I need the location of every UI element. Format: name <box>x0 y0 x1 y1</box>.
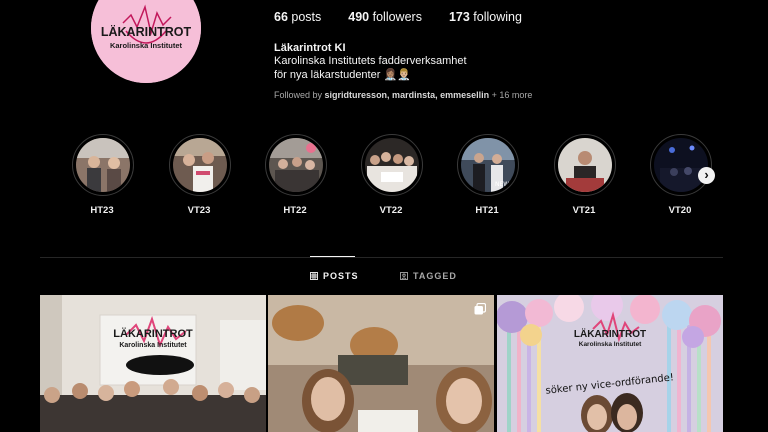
posts-count: 66 <box>274 10 288 24</box>
followers-count: 490 <box>348 10 370 24</box>
highlight-label: VT22 <box>379 205 403 216</box>
followed-by-names: sigridturesson, mardinsta, emmesellin <box>324 90 490 100</box>
highlight-cover <box>558 138 612 192</box>
highlight-label: VT21 <box>572 205 596 216</box>
highlight-vt20[interactable] <box>650 134 712 196</box>
post-thumbnail[interactable] <box>268 295 494 432</box>
post-thumbnail[interactable]: LÄKARINTROT Karolinska Institutet söker … <box>497 295 723 432</box>
followers-stat[interactable]: 490 followers <box>348 10 422 24</box>
followers-label: followers <box>372 10 422 24</box>
profile-bio-line2: för nya läkarstudenter 👩🏽‍⚕️👨🏼‍⚕️ <box>274 69 411 81</box>
highlight-label: VT23 <box>187 205 211 216</box>
tab-posts[interactable]: POSTS <box>310 271 359 281</box>
highlight-cover <box>365 138 419 192</box>
post-overlay-main: LÄKARINTROT <box>574 327 646 340</box>
posts-label: posts <box>291 10 322 24</box>
tag-person-icon <box>400 272 408 280</box>
followed-by-more: + 16 more <box>491 90 533 100</box>
post-overlay-main: LÄKARINTROT <box>113 327 193 340</box>
highlight-ht23[interactable] <box>72 134 134 196</box>
posts-stat: 66 posts <box>274 10 321 24</box>
post-overlay-sub: Karolinska Institutet <box>119 342 187 349</box>
following-label: following <box>473 10 522 24</box>
highlight-label: HT22 <box>283 205 307 216</box>
highlight-cover <box>269 138 323 192</box>
active-tab-indicator <box>310 256 355 257</box>
profile-name: Läkarintrot KI <box>274 42 346 54</box>
svg-text:NEW: NEW <box>495 181 509 188</box>
chevron-right-icon[interactable]: › <box>698 167 715 184</box>
avatar-logo: LÄKARINTROT Karolinska Institutet <box>91 0 201 83</box>
profile-bio-line1: Karolinska Institutets fadderverksamhet <box>274 55 467 67</box>
highlight-vt22[interactable] <box>361 134 423 196</box>
highlight-label: HT23 <box>90 205 114 216</box>
carousel-icon <box>474 302 487 315</box>
profile-avatar[interactable]: LÄKARINTROT Karolinska Institutet <box>91 0 201 83</box>
tab-posts-label: POSTS <box>323 271 359 281</box>
avatar-text-sub: Karolinska Institutet <box>110 41 183 50</box>
highlight-label: VT20 <box>668 205 692 216</box>
post-overlay-sub: Karolinska Institutet <box>579 341 642 348</box>
highlight-cover: NEW <box>461 138 515 192</box>
highlight-cover <box>654 138 708 192</box>
followed-by-prefix: Followed by <box>274 90 323 100</box>
highlight-cover <box>76 138 130 192</box>
highlight-vt21[interactable] <box>554 134 616 196</box>
followed-by[interactable]: Followed by sigridturesson, mardinsta, e… <box>274 90 532 100</box>
highlight-label: HT21 <box>475 205 499 216</box>
grid-icon <box>310 272 318 280</box>
tab-tagged[interactable]: TAGGED <box>400 271 457 281</box>
tab-tagged-label: TAGGED <box>413 271 457 281</box>
tabs-divider <box>40 257 723 258</box>
highlight-ht21[interactable]: NEW <box>457 134 519 196</box>
post-thumbnail[interactable]: LÄKARINTROT Karolinska Institutet <box>40 295 266 432</box>
profile-stats: 66 posts 490 followers 173 following <box>274 10 549 24</box>
following-stat[interactable]: 173 following <box>449 10 522 24</box>
avatar-text-main: LÄKARINTROT <box>101 24 192 39</box>
following-count: 173 <box>448 10 470 24</box>
highlight-vt23[interactable] <box>169 134 231 196</box>
highlight-cover <box>173 138 227 192</box>
highlight-ht22[interactable] <box>265 134 327 196</box>
